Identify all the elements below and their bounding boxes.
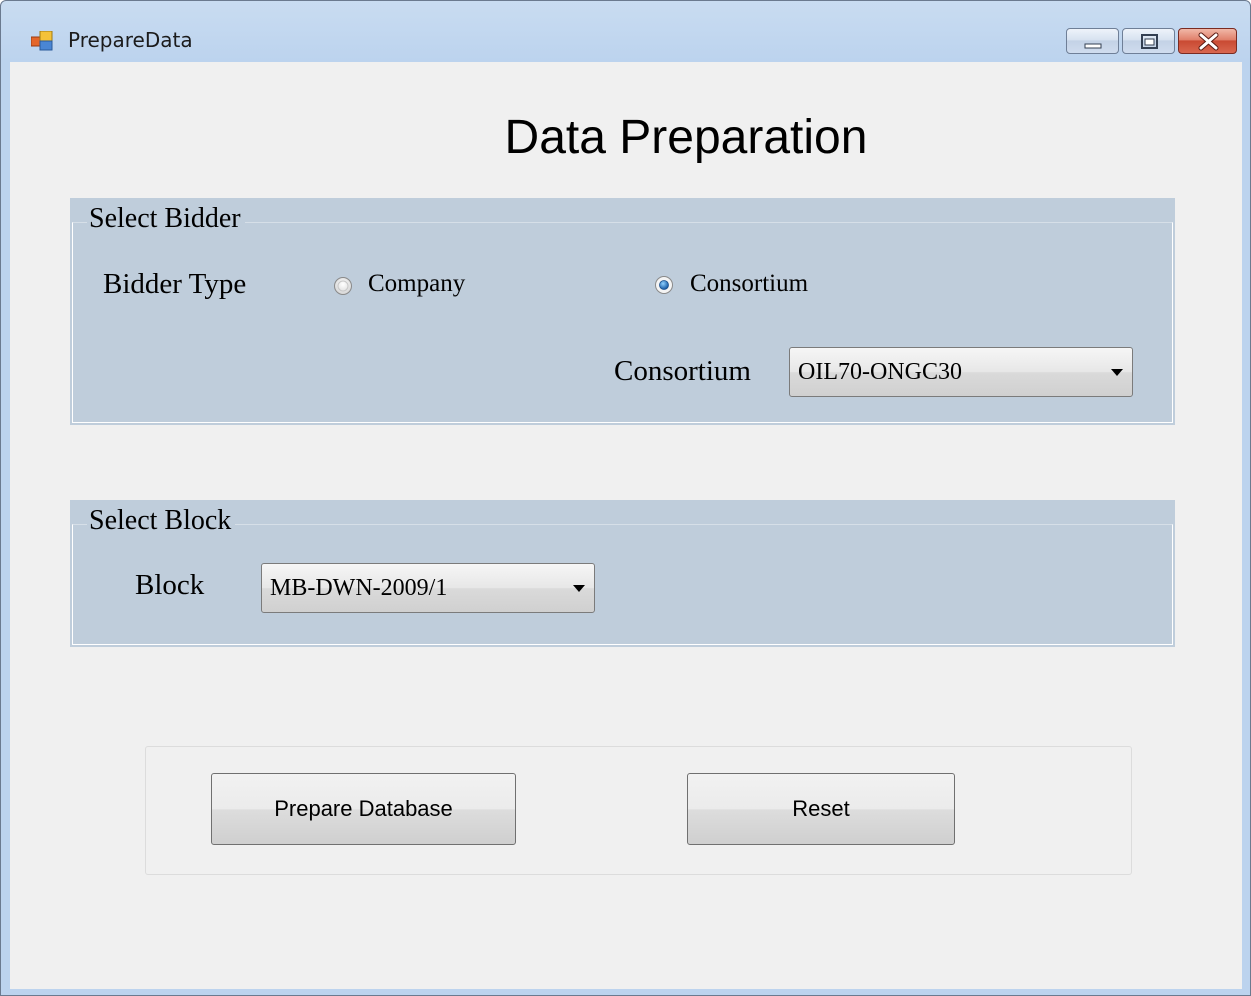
consortium-select[interactable]: OIL70-ONGC30 <box>789 347 1133 397</box>
block-select[interactable]: MB-DWN-2009/1 <box>261 563 595 613</box>
block-select-value: MB-DWN-2009/1 <box>270 575 448 601</box>
select-bidder-group: Select Bidder Bidder Type Company Consor… <box>70 198 1175 425</box>
app-window-icon[interactable] <box>30 30 53 51</box>
maximize-button[interactable] <box>1122 28 1175 54</box>
bidder-type-label: Bidder Type <box>103 268 247 300</box>
consortium-label: Consortium <box>614 355 751 387</box>
company-radio[interactable] <box>333 276 353 296</box>
select-bidder-legend: Select Bidder <box>87 203 245 235</box>
title-bar[interactable]: PrepareData <box>1 1 1250 54</box>
reset-button[interactable]: Reset <box>687 773 955 845</box>
chevron-down-icon <box>573 585 585 592</box>
prepare-database-button[interactable]: Prepare Database <box>211 773 516 845</box>
maximize-icon <box>1141 34 1158 49</box>
minimize-icon <box>1084 43 1102 49</box>
close-button[interactable] <box>1178 28 1237 54</box>
radio-icon <box>334 277 352 295</box>
minimize-button[interactable] <box>1066 28 1119 54</box>
close-icon <box>1198 32 1219 51</box>
consortium-select-value: OIL70-ONGC30 <box>798 359 962 385</box>
actions-panel: Prepare Database Reset <box>145 746 1132 875</box>
select-block-legend: Select Block <box>87 505 236 537</box>
form-client-area: Data Preparation Select Bidder Bidder Ty… <box>10 62 1242 989</box>
radio-icon <box>655 276 673 294</box>
consortium-radio-label[interactable]: Consortium <box>690 270 808 298</box>
block-label: Block <box>135 569 205 601</box>
chevron-down-icon <box>1111 369 1123 376</box>
page-title: Data Preparation <box>504 111 868 164</box>
app-window: PrepareData Data Preparation Select Bidd… <box>0 0 1251 996</box>
consortium-radio[interactable] <box>654 275 674 295</box>
window-title: PrepareData <box>68 28 193 52</box>
select-block-group: Select Block Block MB-DWN-2009/1 <box>70 500 1175 647</box>
company-radio-label[interactable]: Company <box>368 270 465 298</box>
group-border <box>72 524 1173 645</box>
